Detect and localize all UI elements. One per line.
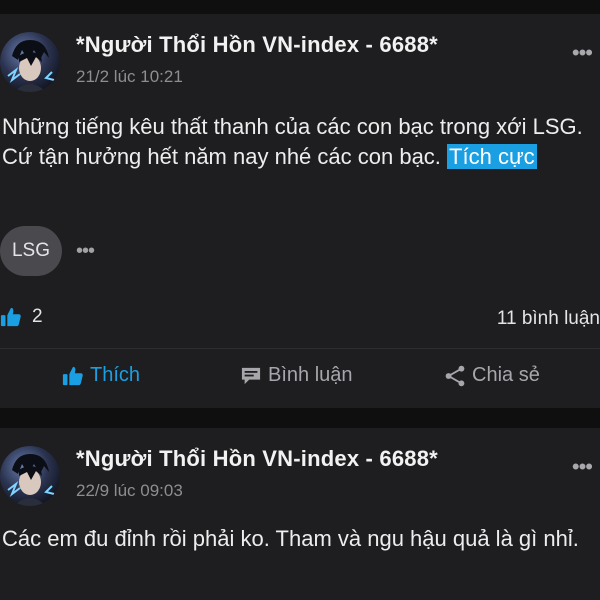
like-button-label: Thích [90,364,141,386]
post-card: *Người Thổi Hồn VN-index - 6688* 22/9 lú… [0,428,600,600]
comment-count[interactable]: 11 bình luận [497,308,600,330]
comment-button-label: Bình luận [268,364,353,386]
post-card: *Người Thổi Hồn VN-index - 6688* 21/2 lú… [0,14,600,408]
sentiment-tag[interactable]: Tích cực [447,144,537,169]
post-header: *Người Thổi Hồn VN-index - 6688* 22/9 lú… [0,428,600,508]
comment-button[interactable]: Bình luận [240,364,353,387]
ticker-row: LSG ••• [0,226,95,276]
ticker-chip[interactable]: LSG [0,226,62,276]
post-stats: 2 11 bình luận [0,306,600,336]
divider [0,348,600,349]
post-content: Những tiếng kêu thất thanh của các con b… [2,112,596,172]
more-options-icon[interactable]: ••• [572,40,593,66]
share-icon [445,365,465,386]
ticker-more-icon[interactable]: ••• [76,240,95,263]
like-count[interactable]: 2 [0,306,43,328]
share-button[interactable]: Chia sẻ [444,364,540,387]
thumbs-up-icon [0,307,21,327]
avatar[interactable] [0,446,60,506]
share-button-label: Chia sẻ [472,364,540,386]
more-options-icon[interactable]: ••• [572,454,593,480]
like-button[interactable]: Thích [62,364,140,387]
avatar-image [7,40,55,92]
like-count-value: 2 [32,306,43,327]
post-header: *Người Thổi Hồn VN-index - 6688* 21/2 lú… [0,14,600,94]
comment-icon [241,367,261,384]
author-name[interactable]: *Người Thổi Hồn VN-index - 6688* [76,446,438,472]
post-text: Các em đu đỉnh rồi phải ko. Tham và ngu … [2,526,579,551]
post-content: Các em đu đỉnh rồi phải ko. Tham và ngu … [2,524,596,554]
post-timestamp: 22/9 lúc 09:03 [76,481,183,500]
action-bar: Thích Bình luận Chia sẻ [0,364,600,396]
post-timestamp: 21/2 lúc 10:21 [76,67,183,86]
avatar[interactable] [0,32,60,92]
author-name[interactable]: *Người Thổi Hồn VN-index - 6688* [76,32,438,58]
avatar-image [7,454,55,506]
thumbs-up-icon [62,366,83,385]
